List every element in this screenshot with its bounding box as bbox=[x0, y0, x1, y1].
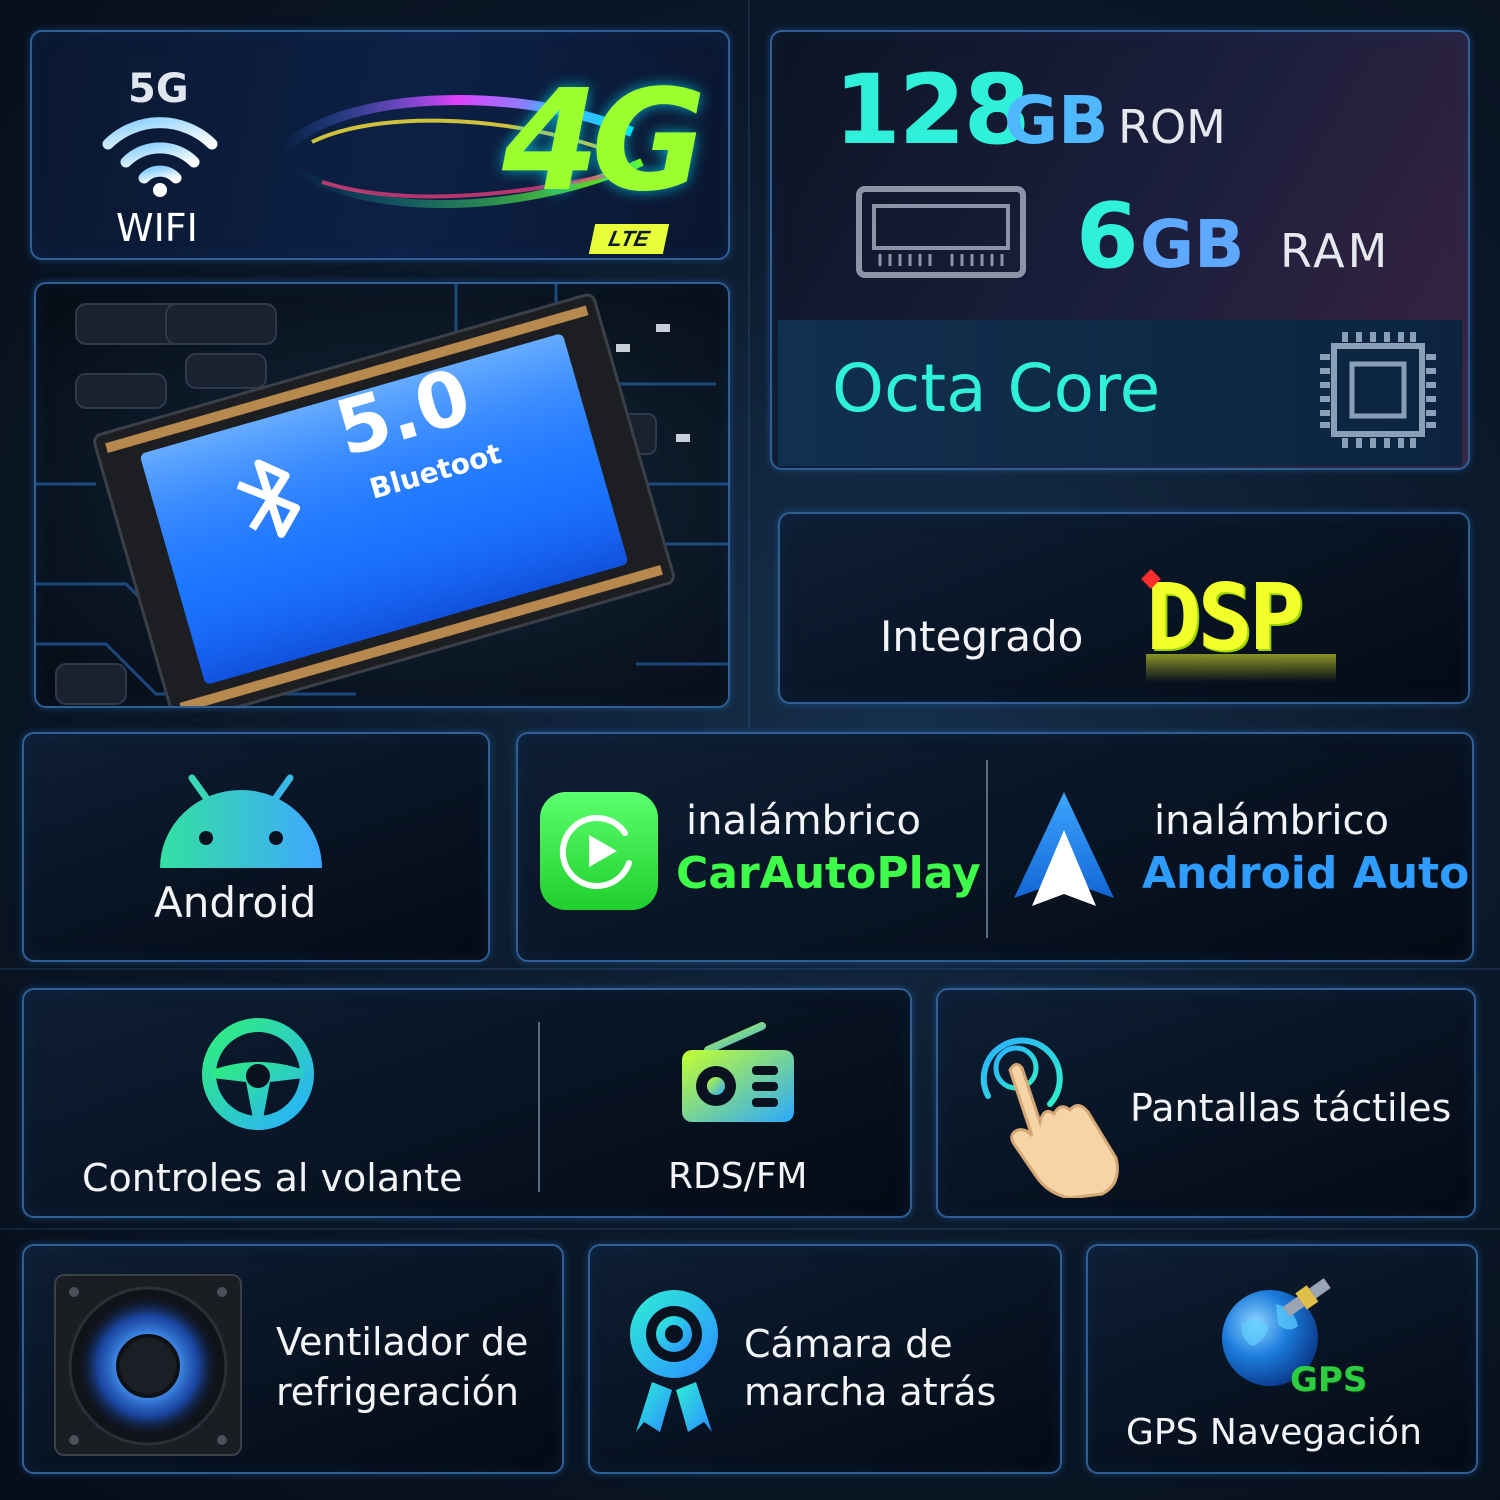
android-card: Android bbox=[22, 732, 490, 962]
gps-label: GPS Navegación bbox=[1126, 1412, 1422, 1453]
connectivity-card: 5G WIFI 4G LTE bbox=[30, 30, 730, 260]
carplay-top-label: inalámbrico bbox=[686, 798, 921, 844]
ram-chip-icon bbox=[856, 186, 1026, 278]
dsp-card: Integrado DSP bbox=[778, 512, 1470, 704]
bluetooth-icon bbox=[236, 459, 301, 538]
camera-card: Cámara de marcha atrás bbox=[588, 1244, 1062, 1474]
steering-label: Controles al volante bbox=[82, 1156, 463, 1200]
gps-card: GPS GPS Navegación bbox=[1086, 1244, 1478, 1474]
touch-hand-icon bbox=[980, 1037, 1119, 1198]
dsp-logo-reflection bbox=[1146, 654, 1336, 682]
controls-radio-card: Controles al volante RDS/FM bbox=[22, 988, 912, 1218]
rom-value: 128 bbox=[834, 54, 1030, 166]
gps-badge: GPS bbox=[1290, 1360, 1368, 1400]
carplay-app-icon bbox=[540, 792, 658, 910]
steering-wheel-icon bbox=[202, 1018, 314, 1130]
android-auto-icon bbox=[1014, 792, 1114, 906]
memory-card: 128 GB ROM 6 GB RAM Octa Core bbox=[770, 30, 1470, 470]
cpu-chip-icon bbox=[1320, 332, 1436, 448]
ram-value: 6 bbox=[1076, 184, 1139, 289]
rom-label: ROM bbox=[1118, 100, 1226, 154]
divider bbox=[538, 1022, 540, 1192]
android-icon bbox=[160, 774, 322, 868]
dsp-prefix-label: Integrado bbox=[880, 612, 1084, 661]
wireless-projection-card: inalámbrico CarAutoPlay inalámbrico Andr… bbox=[516, 732, 1474, 962]
fan-icon bbox=[54, 1274, 242, 1456]
radio-label: RDS/FM bbox=[668, 1156, 808, 1197]
camera-label-line2: marcha atrás bbox=[744, 1370, 997, 1414]
lte-badge: LTE bbox=[588, 224, 670, 254]
dsp-logo: DSP bbox=[1141, 564, 1338, 692]
fan-blades-icon bbox=[68, 1286, 228, 1446]
fan-label-line2: refrigeración bbox=[276, 1370, 519, 1414]
ram-unit: GB bbox=[1140, 206, 1245, 283]
wifi-icon bbox=[102, 117, 218, 197]
android-label: Android bbox=[154, 878, 317, 927]
dsp-logo-text: DSP bbox=[1146, 564, 1304, 671]
bg-line bbox=[0, 968, 1500, 970]
rom-unit: GB bbox=[1004, 82, 1109, 159]
touch-label: Pantallas táctiles bbox=[1130, 1086, 1452, 1130]
wifi-label: WIFI bbox=[116, 206, 198, 250]
bg-line bbox=[0, 1228, 1500, 1230]
radio-icon bbox=[682, 1022, 794, 1122]
fan-label-line1: Ventilador de bbox=[276, 1320, 529, 1364]
carplay-name: CarAutoPlay bbox=[676, 848, 981, 899]
bluetooth-card: 5.0 Bluetoot bbox=[34, 282, 730, 708]
cpu-label: Octa Core bbox=[832, 350, 1161, 427]
android-auto-top-label: inalámbrico bbox=[1154, 798, 1389, 844]
divider bbox=[986, 760, 988, 938]
4g-badge: 4G bbox=[502, 60, 706, 223]
play-icon bbox=[559, 815, 632, 890]
android-auto-name: Android Auto bbox=[1142, 848, 1470, 899]
touch-card: Pantallas táctiles bbox=[936, 988, 1476, 1218]
ram-label: RAM bbox=[1280, 224, 1391, 278]
fan-card: Ventilador de refrigeración bbox=[22, 1244, 564, 1474]
wifi-badge: 5G bbox=[128, 66, 189, 112]
camera-label-line1: Cámara de bbox=[744, 1322, 953, 1366]
bg-line bbox=[748, 0, 750, 730]
camera-icon bbox=[630, 1290, 718, 1432]
